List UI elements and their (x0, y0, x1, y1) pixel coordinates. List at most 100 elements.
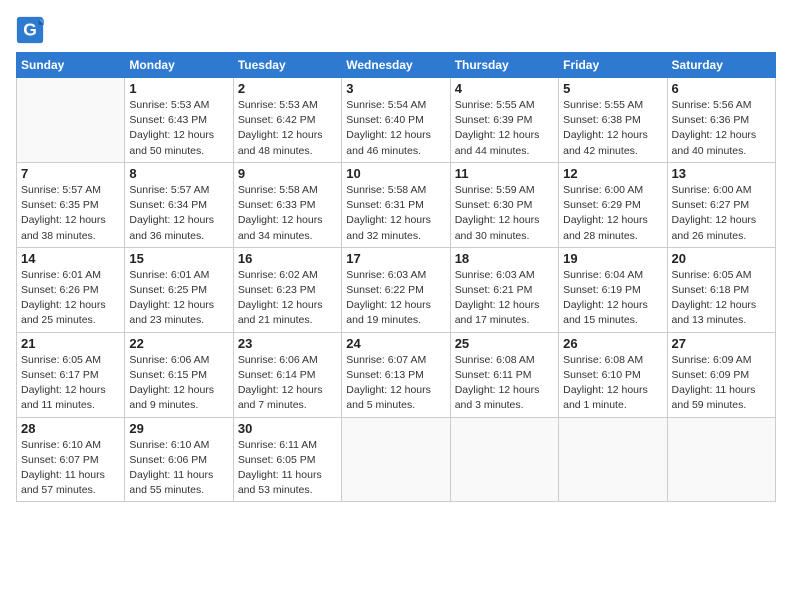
calendar-cell: 24 Sunrise: 6:07 AMSunset: 6:13 PMDayligh… (342, 332, 450, 417)
day-number: 10 (346, 166, 445, 181)
weekday-header-wednesday: Wednesday (342, 53, 450, 78)
day-info: Sunrise: 6:02 AMSunset: 6:23 PMDaylight:… (238, 268, 337, 329)
calendar-cell: 20 Sunrise: 6:05 AMSunset: 6:18 PMDayligh… (667, 247, 775, 332)
day-info: Sunrise: 5:58 AMSunset: 6:33 PMDaylight:… (238, 183, 337, 244)
day-number: 1 (129, 81, 228, 96)
calendar-cell: 13 Sunrise: 6:00 AMSunset: 6:27 PMDayligh… (667, 162, 775, 247)
calendar-cell: 16 Sunrise: 6:02 AMSunset: 6:23 PMDayligh… (233, 247, 341, 332)
day-info: Sunrise: 6:03 AMSunset: 6:22 PMDaylight:… (346, 268, 445, 329)
day-info: Sunrise: 6:11 AMSunset: 6:05 PMDaylight:… (238, 438, 337, 499)
day-info: Sunrise: 6:06 AMSunset: 6:14 PMDaylight:… (238, 353, 337, 414)
logo: G (16, 16, 48, 44)
day-info: Sunrise: 5:53 AMSunset: 6:43 PMDaylight:… (129, 98, 228, 159)
svg-text:G: G (23, 19, 37, 39)
day-number: 25 (455, 336, 554, 351)
day-number: 6 (672, 81, 771, 96)
day-number: 24 (346, 336, 445, 351)
day-info: Sunrise: 6:03 AMSunset: 6:21 PMDaylight:… (455, 268, 554, 329)
day-number: 21 (21, 336, 120, 351)
calendar-cell: 8 Sunrise: 5:57 AMSunset: 6:34 PMDaylight… (125, 162, 233, 247)
calendar-cell: 28 Sunrise: 6:10 AMSunset: 6:07 PMDayligh… (17, 417, 125, 502)
day-info: Sunrise: 6:06 AMSunset: 6:15 PMDaylight:… (129, 353, 228, 414)
calendar-cell: 5 Sunrise: 5:55 AMSunset: 6:38 PMDaylight… (559, 78, 667, 163)
day-number: 17 (346, 251, 445, 266)
calendar-cell: 9 Sunrise: 5:58 AMSunset: 6:33 PMDaylight… (233, 162, 341, 247)
day-info: Sunrise: 5:59 AMSunset: 6:30 PMDaylight:… (455, 183, 554, 244)
day-info: Sunrise: 5:54 AMSunset: 6:40 PMDaylight:… (346, 98, 445, 159)
calendar-cell: 7Sunrise: 5:57 AMSunset: 6:35 PMDaylight… (17, 162, 125, 247)
calendar-cell (342, 417, 450, 502)
weekday-header-saturday: Saturday (667, 53, 775, 78)
day-info: Sunrise: 6:08 AMSunset: 6:10 PMDaylight:… (563, 353, 662, 414)
day-number: 29 (129, 421, 228, 436)
day-number: 23 (238, 336, 337, 351)
calendar-cell: 4 Sunrise: 5:55 AMSunset: 6:39 PMDaylight… (450, 78, 558, 163)
day-info: Sunrise: 6:07 AMSunset: 6:13 PMDaylight:… (346, 353, 445, 414)
day-info: Sunrise: 5:55 AMSunset: 6:38 PMDaylight:… (563, 98, 662, 159)
calendar: SundayMondayTuesdayWednesdayThursdayFrid… (16, 52, 776, 502)
calendar-cell: 26 Sunrise: 6:08 AMSunset: 6:10 PMDayligh… (559, 332, 667, 417)
day-number: 22 (129, 336, 228, 351)
day-number: 12 (563, 166, 662, 181)
calendar-cell: 25Sunrise: 6:08 AMSunset: 6:11 PMDayligh… (450, 332, 558, 417)
calendar-cell: 1 Sunrise: 5:53 AMSunset: 6:43 PMDaylight… (125, 78, 233, 163)
calendar-cell: 2 Sunrise: 5:53 AMSunset: 6:42 PMDaylight… (233, 78, 341, 163)
day-number: 3 (346, 81, 445, 96)
calendar-cell: 3 Sunrise: 5:54 AMSunset: 6:40 PMDaylight… (342, 78, 450, 163)
day-info: Sunrise: 6:05 AMSunset: 6:17 PMDaylight:… (21, 353, 120, 414)
calendar-cell: 22 Sunrise: 6:06 AMSunset: 6:15 PMDayligh… (125, 332, 233, 417)
logo-icon: G (16, 16, 44, 44)
day-number: 26 (563, 336, 662, 351)
day-number: 16 (238, 251, 337, 266)
weekday-header-tuesday: Tuesday (233, 53, 341, 78)
calendar-cell: 18 Sunrise: 6:03 AMSunset: 6:21 PMDayligh… (450, 247, 558, 332)
calendar-cell (17, 78, 125, 163)
day-info: Sunrise: 6:04 AMSunset: 6:19 PMDaylight:… (563, 268, 662, 329)
calendar-cell: 19 Sunrise: 6:04 AMSunset: 6:19 PMDayligh… (559, 247, 667, 332)
day-number: 28 (21, 421, 120, 436)
day-number: 7 (21, 166, 120, 181)
calendar-cell: 6 Sunrise: 5:56 AMSunset: 6:36 PMDaylight… (667, 78, 775, 163)
day-info: Sunrise: 5:56 AMSunset: 6:36 PMDaylight:… (672, 98, 771, 159)
day-number: 20 (672, 251, 771, 266)
calendar-cell (559, 417, 667, 502)
calendar-cell: 17 Sunrise: 6:03 AMSunset: 6:22 PMDayligh… (342, 247, 450, 332)
day-number: 18 (455, 251, 554, 266)
day-number: 5 (563, 81, 662, 96)
weekday-header-monday: Monday (125, 53, 233, 78)
day-info: Sunrise: 6:00 AMSunset: 6:27 PMDaylight:… (672, 183, 771, 244)
day-info: Sunrise: 6:01 AMSunset: 6:26 PMDaylight:… (21, 268, 120, 329)
weekday-header-thursday: Thursday (450, 53, 558, 78)
day-number: 11 (455, 166, 554, 181)
calendar-cell: 15Sunrise: 6:01 AMSunset: 6:25 PMDayligh… (125, 247, 233, 332)
day-info: Sunrise: 5:53 AMSunset: 6:42 PMDaylight:… (238, 98, 337, 159)
day-number: 13 (672, 166, 771, 181)
day-info: Sunrise: 6:09 AMSunset: 6:09 PMDaylight:… (672, 353, 771, 414)
calendar-cell: 27 Sunrise: 6:09 AMSunset: 6:09 PMDayligh… (667, 332, 775, 417)
day-number: 14 (21, 251, 120, 266)
calendar-cell (667, 417, 775, 502)
calendar-cell: 11 Sunrise: 5:59 AMSunset: 6:30 PMDayligh… (450, 162, 558, 247)
day-info: Sunrise: 5:55 AMSunset: 6:39 PMDaylight:… (455, 98, 554, 159)
calendar-cell: 29 Sunrise: 6:10 AMSunset: 6:06 PMDayligh… (125, 417, 233, 502)
day-number: 27 (672, 336, 771, 351)
day-number: 9 (238, 166, 337, 181)
day-info: Sunrise: 6:10 AMSunset: 6:07 PMDaylight:… (21, 438, 120, 499)
day-number: 30 (238, 421, 337, 436)
weekday-header-friday: Friday (559, 53, 667, 78)
day-info: Sunrise: 5:58 AMSunset: 6:31 PMDaylight:… (346, 183, 445, 244)
day-number: 4 (455, 81, 554, 96)
day-info: Sunrise: 6:00 AMSunset: 6:29 PMDaylight:… (563, 183, 662, 244)
day-info: Sunrise: 6:05 AMSunset: 6:18 PMDaylight:… (672, 268, 771, 329)
day-info: Sunrise: 6:10 AMSunset: 6:06 PMDaylight:… (129, 438, 228, 499)
weekday-header-sunday: Sunday (17, 53, 125, 78)
calendar-cell: 23 Sunrise: 6:06 AMSunset: 6:14 PMDayligh… (233, 332, 341, 417)
day-info: Sunrise: 5:57 AMSunset: 6:34 PMDaylight:… (129, 183, 228, 244)
day-number: 15 (129, 251, 228, 266)
day-number: 8 (129, 166, 228, 181)
day-number: 2 (238, 81, 337, 96)
day-number: 19 (563, 251, 662, 266)
calendar-cell (450, 417, 558, 502)
calendar-cell: 30 Sunrise: 6:11 AMSunset: 6:05 PMDayligh… (233, 417, 341, 502)
calendar-cell: 14 Sunrise: 6:01 AMSunset: 6:26 PMDayligh… (17, 247, 125, 332)
